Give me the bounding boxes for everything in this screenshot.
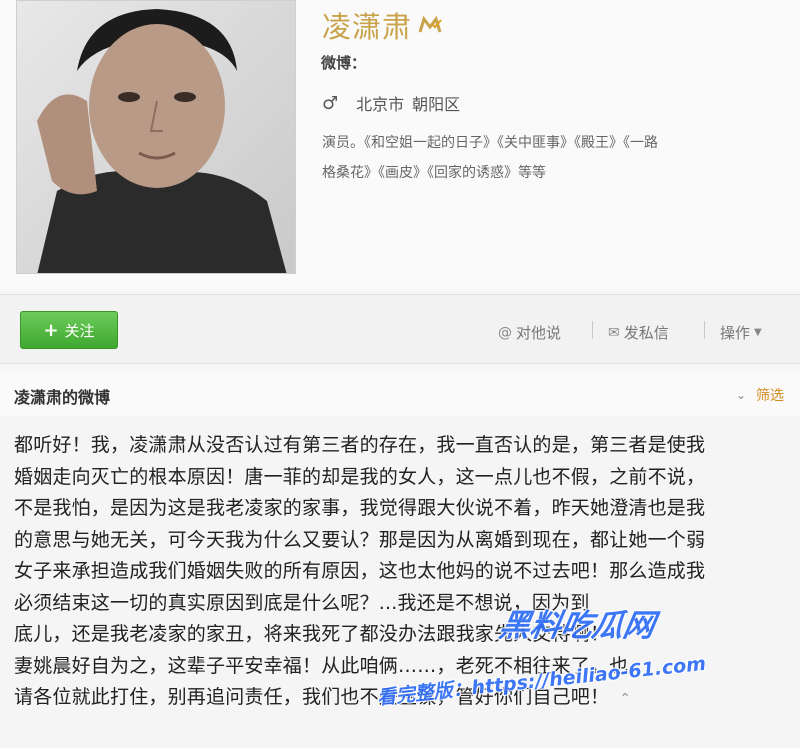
avatar-photo <box>17 1 295 273</box>
post-line: 底儿，还是我老凌家的家丑，将来我死了都没办法跟我家先人交待啊！ <box>14 623 610 645</box>
verified-icon <box>418 16 442 33</box>
filter-label: 筛选 <box>756 388 784 404</box>
weibo-label: 微博： <box>321 54 367 72</box>
action-bar: + 关注 @ 对他说 ✉ 发私信 操作 ▼ <box>0 294 800 364</box>
chevron-down-icon: ⌄ <box>735 388 746 402</box>
profile-location: ♂ 北京市 朝阳区 <box>322 91 460 115</box>
bio-line: 演员。《和空姐一起的日子》《关中匪事》《殿王》《一路 <box>322 135 658 151</box>
post-line: 的意思与她无关，可今天我为什么又要认？那是因为从离婚到现在，都让她一个弱 <box>14 528 706 551</box>
post-line: 婚姻走向灭亡的根本原因！唐一菲的却是我的女人，这一点儿也不假，之前不说， <box>14 465 706 488</box>
profile-bio: 演员。《和空姐一起的日子》《关中匪事》《殿王》《一路 格桑花》《画皮》《回家的诱… <box>322 128 792 188</box>
post-line: 女子来承担造成我们婚姻失败的所有原因，这也太他妈的说不过去吧！那么造成我 <box>14 560 706 582</box>
more-actions-label: 操作 <box>720 324 751 342</box>
filter-button[interactable]: ⌄ 筛选 <box>736 385 784 405</box>
follow-button[interactable]: + 关注 <box>20 311 118 349</box>
collapse-icon[interactable]: ⌃ <box>619 691 631 707</box>
watermark-logo: 黑料吃瓜网 <box>496 608 658 644</box>
male-icon: ♂ <box>322 92 339 114</box>
post-line: 必须结束这一切的真实原因到底是什么呢？...我还是不想说，因为到 <box>14 591 590 614</box>
feed-header: 凌潇肃的微博 ⌄ 筛选 <box>0 372 800 416</box>
caret-down-icon: ▼ <box>754 327 762 338</box>
avatar[interactable] <box>16 0 296 274</box>
profile-header: 凌潇肃 微博： ♂ 北京市 朝阳区 演员。《和空姐一起的日子》《关中匪事》《殿王… <box>0 0 800 290</box>
feed-title: 凌潇肃的微博 <box>14 388 111 407</box>
profile-name-row: 凌潇肃 <box>322 4 442 46</box>
at-icon: @ <box>498 324 512 341</box>
message-label: 发私信 <box>623 324 669 342</box>
divider <box>592 321 593 339</box>
bio-line: 格桑花》《画皮》《回家的诱惑》等等 <box>322 165 546 181</box>
plus-icon: + <box>43 319 59 341</box>
post-line: 都听好！我，凌潇肃从没否认过有第三者的存在，我一直否认的是，第三者是使我 <box>14 434 706 456</box>
location-city[interactable]: 北京市 <box>356 91 404 115</box>
mention-button[interactable]: @ 对他说 <box>498 322 561 343</box>
location-district[interactable]: 朝阳区 <box>412 91 460 115</box>
divider <box>704 321 705 339</box>
message-button[interactable]: ✉ 发私信 <box>608 322 669 343</box>
envelope-icon: ✉ <box>608 324 620 341</box>
profile-name[interactable]: 凌潇肃 <box>322 4 412 46</box>
mention-label: 对他说 <box>516 324 562 342</box>
follow-label: 关注 <box>64 321 95 340</box>
post-line: 不是我怕，是因为这是我老凌家的家事，我觉得跟大伙说不着，昨天她澄清也是我 <box>14 497 706 519</box>
more-actions-dropdown[interactable]: 操作 ▼ <box>720 322 762 343</box>
